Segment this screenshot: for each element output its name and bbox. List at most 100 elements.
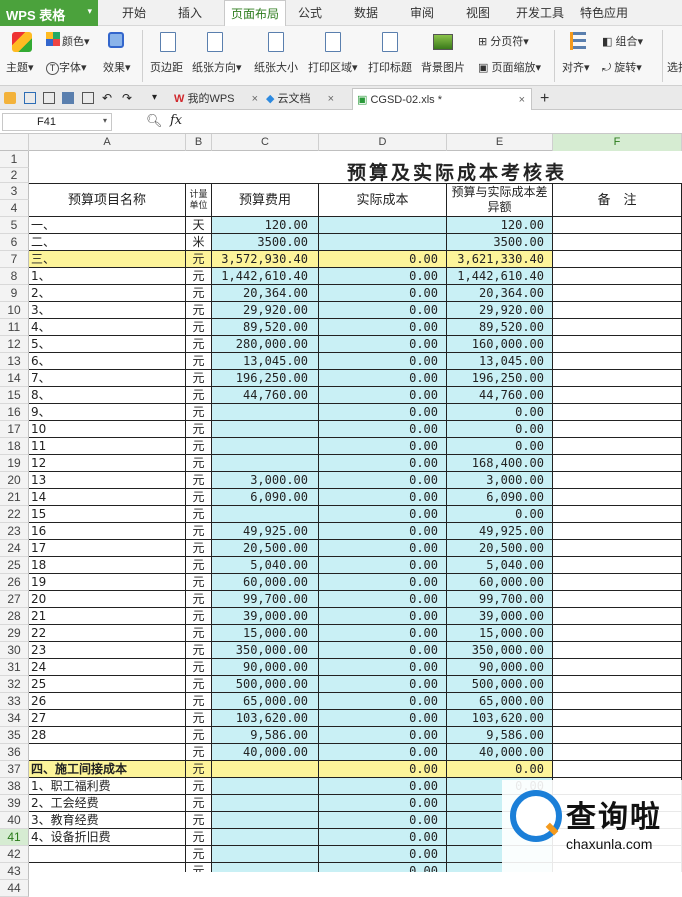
cell-difference[interactable]: 65,000.00 bbox=[447, 693, 553, 710]
cell-item-name[interactable]: 25 bbox=[29, 676, 186, 693]
cell-remark[interactable] bbox=[553, 625, 682, 642]
cell-budget[interactable]: 3,000.00 bbox=[212, 472, 319, 489]
cell-difference[interactable]: 44,760.00 bbox=[447, 387, 553, 404]
cell-difference[interactable]: 20,500.00 bbox=[447, 540, 553, 557]
cell-remark[interactable] bbox=[553, 727, 682, 744]
row-header[interactable]: 2 bbox=[0, 168, 29, 183]
cell-item-name[interactable]: 18 bbox=[29, 557, 186, 574]
cell-item-name[interactable]: 5、 bbox=[29, 336, 186, 353]
cell-item-name[interactable]: 8、 bbox=[29, 387, 186, 404]
cell-unit[interactable]: 元 bbox=[186, 693, 212, 710]
menu-item-5[interactable]: 审阅 bbox=[404, 0, 440, 26]
select-all-corner[interactable] bbox=[0, 134, 29, 151]
cell-actual[interactable]: 0.00 bbox=[319, 421, 447, 438]
color-button[interactable]: 颜色▾ bbox=[62, 33, 90, 49]
column-header-b[interactable]: B bbox=[186, 134, 212, 151]
cell-item-name[interactable]: 26 bbox=[29, 693, 186, 710]
cell-budget[interactable]: 280,000.00 bbox=[212, 336, 319, 353]
row-header[interactable]: 1 bbox=[0, 151, 29, 168]
cell-actual[interactable]: 0.00 bbox=[319, 251, 447, 268]
cell-budget[interactable] bbox=[212, 506, 319, 523]
cell-item-name[interactable]: 22 bbox=[29, 625, 186, 642]
cell-item-name[interactable]: 四、施工间接成本 bbox=[29, 761, 186, 778]
cell-difference[interactable]: 40,000.00 bbox=[447, 744, 553, 761]
row-header[interactable]: 7 bbox=[0, 251, 29, 268]
export-pdf-icon[interactable] bbox=[82, 92, 94, 104]
cell-remark[interactable] bbox=[553, 489, 682, 506]
column-header-a[interactable]: A bbox=[29, 134, 186, 151]
cell-unit[interactable]: 元 bbox=[186, 829, 212, 846]
cell-difference[interactable]: 13,045.00 bbox=[447, 353, 553, 370]
cell-budget[interactable] bbox=[212, 829, 319, 846]
open-folder-icon[interactable] bbox=[4, 92, 16, 104]
cell-unit[interactable]: 元 bbox=[186, 540, 212, 557]
cell-actual[interactable]: 0.00 bbox=[319, 744, 447, 761]
cell-unit[interactable]: 天 bbox=[186, 217, 212, 234]
row-header[interactable]: 36 bbox=[0, 744, 29, 761]
row-header[interactable]: 33 bbox=[0, 693, 29, 710]
cell-difference[interactable]: 20,364.00 bbox=[447, 285, 553, 302]
cell-unit[interactable]: 元 bbox=[186, 370, 212, 387]
cell-actual[interactable]: 0.00 bbox=[319, 438, 447, 455]
cell-item-name[interactable]: 9、 bbox=[29, 404, 186, 421]
row-header[interactable]: 40 bbox=[0, 812, 29, 829]
row-header[interactable]: 30 bbox=[0, 642, 29, 659]
row-header[interactable]: 3 bbox=[0, 183, 29, 200]
row-header[interactable]: 34 bbox=[0, 710, 29, 727]
cell-budget[interactable]: 60,000.00 bbox=[212, 574, 319, 591]
header-remark[interactable]: 备 注 bbox=[553, 183, 682, 217]
theme-button[interactable]: 主题▾ bbox=[6, 59, 34, 75]
cell-budget[interactable]: 196,250.00 bbox=[212, 370, 319, 387]
cell-difference[interactable]: 60,000.00 bbox=[447, 574, 553, 591]
cell-remark[interactable] bbox=[553, 421, 682, 438]
cell-unit[interactable]: 元 bbox=[186, 574, 212, 591]
cell-actual[interactable]: 0.00 bbox=[319, 846, 447, 863]
cell-difference[interactable]: 350,000.00 bbox=[447, 642, 553, 659]
chevron-down-icon[interactable]: ▾ bbox=[103, 116, 107, 125]
cell-actual[interactable]: 0.00 bbox=[319, 387, 447, 404]
cell-remark[interactable] bbox=[553, 574, 682, 591]
page-break-button[interactable]: ⊞ 分页符▾ bbox=[478, 33, 529, 49]
row-header[interactable]: 9 bbox=[0, 285, 29, 302]
app-menu-button[interactable]: WPS 表格 ▾ bbox=[0, 0, 98, 26]
column-header-f[interactable]: F bbox=[553, 134, 682, 151]
cell-actual[interactable]: 0.00 bbox=[319, 455, 447, 472]
cell-unit[interactable]: 元 bbox=[186, 761, 212, 778]
cell-remark[interactable] bbox=[553, 761, 682, 778]
cell-unit[interactable]: 元 bbox=[186, 302, 212, 319]
cell-difference[interactable]: 103,620.00 bbox=[447, 710, 553, 727]
cell-actual[interactable]: 0.00 bbox=[319, 268, 447, 285]
cell-actual[interactable]: 0.00 bbox=[319, 523, 447, 540]
cell-unit[interactable]: 元 bbox=[186, 472, 212, 489]
cell-actual[interactable]: 0.00 bbox=[319, 557, 447, 574]
cell-actual[interactable]: 0.00 bbox=[319, 319, 447, 336]
column-header-d[interactable]: D bbox=[319, 134, 447, 151]
cell-budget[interactable]: 44,760.00 bbox=[212, 387, 319, 404]
cell-budget[interactable]: 3500.00 bbox=[212, 234, 319, 251]
rotate-button[interactable]: ⤾ 旋转▾ bbox=[602, 59, 642, 75]
cell-remark[interactable] bbox=[553, 659, 682, 676]
cell-unit[interactable]: 元 bbox=[186, 557, 212, 574]
cell-difference[interactable]: 49,925.00 bbox=[447, 523, 553, 540]
print-area-button[interactable]: 打印区域▾ bbox=[308, 59, 358, 75]
cell-actual[interactable]: 0.00 bbox=[319, 795, 447, 812]
cell-budget[interactable] bbox=[212, 455, 319, 472]
cell-unit[interactable]: 元 bbox=[186, 591, 212, 608]
cell-unit[interactable]: 元 bbox=[186, 455, 212, 472]
cell-actual[interactable]: 0.00 bbox=[319, 489, 447, 506]
column-header-e[interactable]: E bbox=[447, 134, 553, 151]
cell-item-name[interactable]: 1、职工福利费 bbox=[29, 778, 186, 795]
cell-remark[interactable] bbox=[553, 387, 682, 404]
close-icon[interactable]: × bbox=[328, 93, 334, 105]
cell-unit[interactable]: 元 bbox=[186, 846, 212, 863]
cell-actual[interactable]: 0.00 bbox=[319, 302, 447, 319]
save-icon[interactable] bbox=[24, 92, 36, 104]
cell-unit[interactable]: 米 bbox=[186, 234, 212, 251]
cell-remark[interactable] bbox=[553, 472, 682, 489]
cell-actual[interactable]: 0.00 bbox=[319, 829, 447, 846]
cell-item-name[interactable]: 7、 bbox=[29, 370, 186, 387]
cell-budget[interactable] bbox=[212, 761, 319, 778]
cell-actual[interactable]: 0.00 bbox=[319, 761, 447, 778]
redo-icon[interactable]: ↷ bbox=[122, 92, 134, 104]
row-header[interactable]: 39 bbox=[0, 795, 29, 812]
